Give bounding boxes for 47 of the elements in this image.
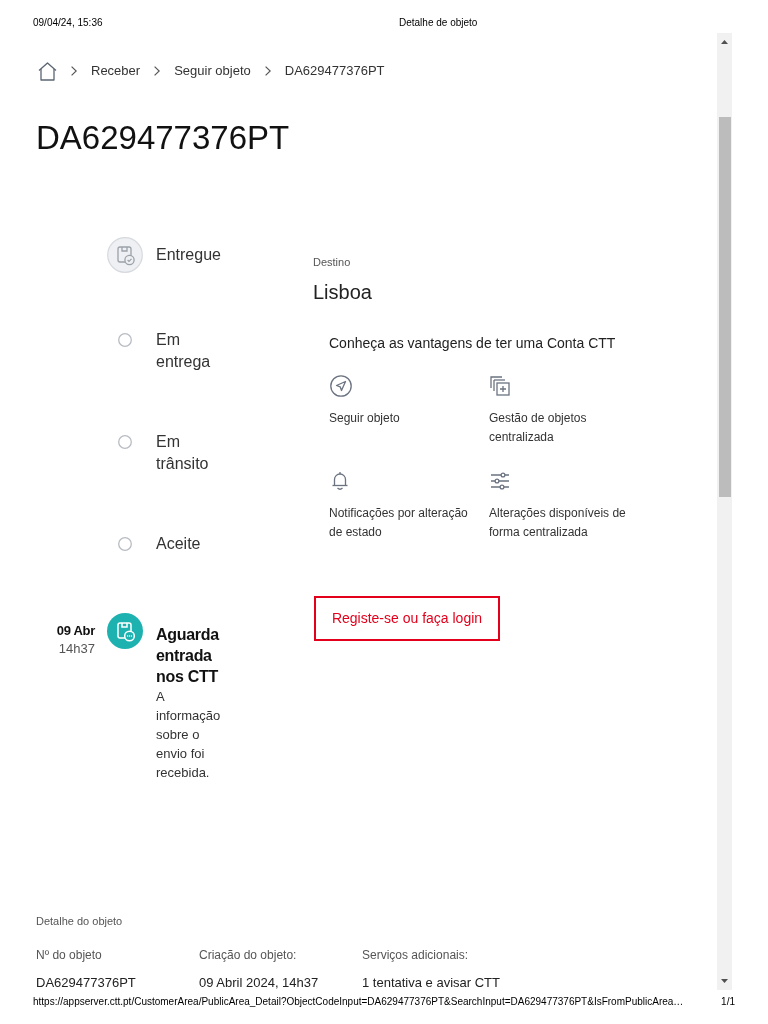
detail-heading: Detalhe do objeto — [36, 914, 124, 929]
destination-value: Lisboa — [313, 280, 373, 305]
status-label: Em entrega — [156, 330, 212, 372]
event-date: 09 Abr — [56, 622, 95, 640]
parcel-check-icon — [107, 237, 143, 273]
benefit-label: Gestão de objetos centralizada — [489, 410, 588, 446]
breadcrumb-link[interactable]: Seguir objeto — [174, 62, 251, 80]
event-description: A informação sobre o envio foi recebida. — [156, 688, 222, 782]
print-title: Detalhe de objeto — [399, 17, 478, 29]
field-label: Criação do objeto: — [199, 947, 298, 963]
field-value: 09 Abril 2024, 14h37 — [199, 975, 320, 991]
field-label: Nº do objeto — [36, 947, 103, 963]
bell-icon — [330, 471, 350, 491]
page-number: 1/1 — [721, 996, 735, 1008]
chevron-icon — [264, 66, 271, 76]
destination-label: Destino — [313, 255, 352, 270]
promo-heading: Conheça as vantagens de ter uma Conta CTT — [329, 334, 617, 353]
step-circle-icon — [118, 333, 132, 347]
benefit-label: Alterações disponíveis de forma centralizada — [489, 505, 627, 541]
status-label: Em trânsito — [156, 432, 210, 474]
scroll-down-icon[interactable] — [721, 979, 728, 983]
scroll-up-icon[interactable] — [721, 40, 728, 44]
field-value: 1 tentativa e avisar CTT — [362, 975, 501, 991]
scrollbar-track[interactable] — [717, 33, 732, 990]
breadcrumb-link[interactable]: DA629477376PT — [284, 62, 385, 80]
breadcrumb-link[interactable]: Receber — [91, 62, 141, 80]
print-date: 09/04/24, 15:36 — [33, 17, 103, 28]
step-circle-icon — [118, 537, 132, 551]
status-label: Entregue — [156, 245, 222, 265]
copy-plus-icon — [490, 376, 510, 396]
event-title: Aguarda entrada nos CTT — [156, 625, 221, 687]
parcel-clock-icon — [107, 613, 143, 649]
page-heading: DA629477376PT — [36, 118, 291, 158]
field-label: Serviços adicionais: — [362, 947, 470, 963]
page-url: https://appserver.ctt.pt/CustomerArea/PublicArea_Detail?ObjectCodeInput=DA629477376PT&SearchInput=DA629477376PT&IsFromPublicArea… — [33, 996, 684, 1008]
chevron-icon — [154, 66, 161, 76]
status-label: Aceite — [156, 534, 202, 554]
event-time: 14h37 — [58, 640, 95, 658]
home-icon[interactable] — [38, 61, 57, 81]
register-login-button[interactable]: Registe-se ou faça login — [314, 596, 500, 641]
benefit-label: Seguir objeto — [329, 410, 401, 427]
scrollbar-thumb[interactable] — [718, 117, 731, 497]
step-circle-icon — [118, 435, 132, 449]
benefit-label: Notificações por alteração de estado — [329, 505, 469, 541]
sliders-icon — [490, 471, 510, 491]
chevron-icon — [71, 66, 77, 76]
field-value: DA629477376PT — [36, 975, 137, 991]
